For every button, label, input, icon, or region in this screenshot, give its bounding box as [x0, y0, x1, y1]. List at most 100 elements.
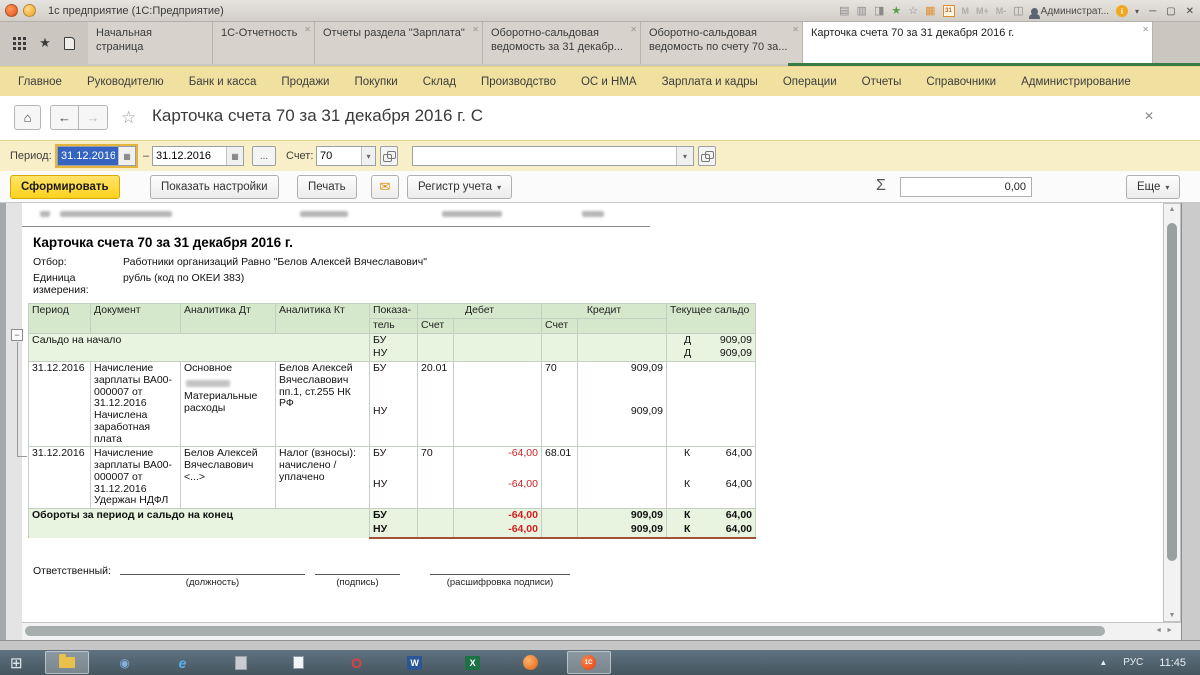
- tab-close-icon[interactable]: ✕: [304, 25, 311, 35]
- cell-debit-account: 70: [417, 446, 454, 478]
- menu-item-os-nma[interactable]: ОС и НМА: [581, 76, 637, 88]
- tab-1c-reporting[interactable]: 1С-Отчетность ✕: [213, 22, 315, 64]
- memory-m-button[interactable]: M: [962, 6, 970, 16]
- period-from-input[interactable]: [58, 147, 118, 165]
- close-window-button[interactable]: ✕: [1186, 6, 1194, 17]
- history-page-icon[interactable]: [63, 36, 75, 50]
- register-button[interactable]: Регистр учета ▾: [407, 175, 513, 199]
- calendar-picker-icon[interactable]: ▦: [226, 147, 243, 165]
- horizontal-scroll-thumb[interactable]: [25, 626, 1105, 636]
- scroll-down-icon[interactable]: ▼: [1164, 612, 1180, 619]
- restore-button[interactable]: ▢: [1166, 6, 1175, 17]
- selection-label: Отбор:: [33, 256, 67, 268]
- save-icon[interactable]: ▤: [839, 5, 849, 17]
- taskbar-word-button[interactable]: W: [393, 651, 437, 674]
- account-dropdown-icon[interactable]: ▾: [361, 147, 375, 165]
- calendar-picker-icon[interactable]: ▦: [118, 147, 135, 165]
- menu-item-purchases[interactable]: Покупки: [354, 76, 397, 88]
- period-from-field[interactable]: ▦: [55, 144, 138, 168]
- taskbar-viewer-button[interactable]: ◉: [103, 651, 147, 674]
- info-dropdown-icon[interactable]: ▾: [1135, 7, 1139, 16]
- menu-item-main[interactable]: Главное: [18, 76, 62, 88]
- taskbar-notes-button[interactable]: [277, 651, 321, 674]
- period-more-button[interactable]: ...: [252, 146, 276, 166]
- period-to-input[interactable]: [153, 147, 226, 165]
- tab-turnover-sheet[interactable]: Оборотно-сальдовая ведомость за 31 декаб…: [483, 22, 641, 64]
- forward-button[interactable]: →: [79, 105, 108, 130]
- account-field[interactable]: ▾: [316, 146, 376, 166]
- calculator-icon[interactable]: ▦: [925, 5, 935, 17]
- extra-filter-dropdown-icon[interactable]: ▾: [676, 147, 693, 165]
- menu-item-operations[interactable]: Операции: [783, 76, 837, 88]
- calendar-icon[interactable]: 31: [942, 5, 955, 17]
- scroll-left-icon[interactable]: ◄: [1155, 627, 1166, 634]
- tab-close-icon[interactable]: ✕: [630, 25, 637, 35]
- vertical-scroll-thumb[interactable]: [1167, 223, 1177, 561]
- taskbar-1c-button[interactable]: 1С: [566, 651, 611, 674]
- excel-icon: X: [465, 655, 481, 670]
- send-email-button[interactable]: ✉: [371, 175, 399, 199]
- tab-turnover-sheet-70[interactable]: Оборотно-сальдовая ведомость по счету 70…: [641, 22, 803, 64]
- favorites-star-icon[interactable]: ★: [39, 35, 51, 51]
- print-icon[interactable]: ▥: [857, 5, 867, 17]
- add-favorite-icon[interactable]: ★: [891, 5, 901, 17]
- menu-item-production[interactable]: Производство: [481, 76, 556, 88]
- tab-close-icon[interactable]: ✕: [792, 25, 799, 35]
- account-input[interactable]: [317, 147, 361, 165]
- split-window-icon[interactable]: ◫: [1013, 5, 1023, 17]
- generate-button[interactable]: Сформировать: [10, 175, 120, 199]
- print-preview-icon[interactable]: ◨: [874, 5, 884, 17]
- horizontal-scrollbar[interactable]: ◄►: [22, 622, 1181, 640]
- quick-menu-icon[interactable]: [23, 4, 36, 17]
- scroll-right-icon[interactable]: ►: [1166, 627, 1177, 634]
- memory-mminus-button[interactable]: M-: [996, 6, 1007, 16]
- taskbar-ie-button[interactable]: e: [161, 651, 205, 674]
- scroll-up-icon[interactable]: ▲: [1164, 206, 1180, 213]
- cell-analytics-kt: Белов Алексей Вячеславович пп.1, ст.255 …: [275, 361, 370, 447]
- current-user[interactable]: Администрат...: [1028, 6, 1109, 19]
- show-settings-button[interactable]: Показать настройки: [150, 175, 279, 199]
- extra-filter-field[interactable]: ▾: [412, 146, 694, 166]
- period-to-field[interactable]: ▦: [152, 146, 244, 166]
- extra-filter-link-button[interactable]: [698, 146, 716, 166]
- taskbar-app-button[interactable]: [219, 651, 263, 674]
- sections-grid-icon[interactable]: [13, 36, 26, 50]
- taskbar-firefox-button[interactable]: [509, 651, 553, 674]
- vertical-scrollbar[interactable]: ▲ ▼: [1163, 203, 1181, 622]
- tab-account-card-70[interactable]: Карточка счета 70 за 31 декабря 2016 г. …: [803, 22, 1153, 64]
- account-link-button[interactable]: [380, 146, 398, 166]
- clock[interactable]: 11:45: [1159, 657, 1186, 669]
- language-indicator[interactable]: РУС: [1123, 657, 1143, 668]
- menu-item-manager[interactable]: Руководителю: [87, 76, 164, 88]
- menu-item-warehouse[interactable]: Склад: [423, 76, 456, 88]
- tab-close-icon[interactable]: ✕: [1142, 25, 1149, 35]
- start-button[interactable]: ⊞: [10, 654, 23, 672]
- close-form-icon[interactable]: ✕: [1144, 109, 1154, 123]
- more-button[interactable]: Еще ▾: [1126, 175, 1181, 199]
- extra-filter-input[interactable]: [413, 147, 677, 165]
- app-menu-icon[interactable]: [5, 4, 18, 17]
- taskbar-excel-button[interactable]: X: [451, 651, 495, 674]
- menu-item-administration[interactable]: Администрирование: [1021, 76, 1131, 88]
- home-button[interactable]: ⌂: [14, 105, 41, 130]
- minimize-button[interactable]: ─: [1149, 6, 1156, 17]
- taskbar-explorer-button[interactable]: [44, 651, 89, 674]
- collapse-group-button[interactable]: −: [11, 329, 23, 341]
- tab-home[interactable]: Начальная страница: [88, 22, 213, 64]
- menu-item-references[interactable]: Справочники: [926, 76, 996, 88]
- print-button[interactable]: Печать: [297, 175, 357, 199]
- menu-item-sales[interactable]: Продажи: [281, 76, 329, 88]
- tray-expand-icon[interactable]: ▲: [1099, 658, 1107, 667]
- taskbar-opera-button[interactable]: O: [335, 651, 379, 674]
- autosum-value[interactable]: [900, 177, 1032, 197]
- tab-close-icon[interactable]: ✕: [472, 25, 479, 35]
- tab-salary-reports[interactable]: Отчеты раздела "Зарплата" ✕: [315, 22, 483, 64]
- back-button[interactable]: ←: [50, 105, 79, 130]
- menu-item-reports[interactable]: Отчеты: [862, 76, 902, 88]
- favorite-toggle-icon[interactable]: ☆: [121, 108, 136, 128]
- favorites-icon[interactable]: ☆: [908, 5, 918, 17]
- menu-item-salary-hr[interactable]: Зарплата и кадры: [662, 76, 758, 88]
- info-icon[interactable]: i: [1116, 5, 1129, 17]
- memory-mplus-button[interactable]: M+: [976, 6, 989, 16]
- menu-item-bank-cash[interactable]: Банк и касса: [189, 76, 257, 88]
